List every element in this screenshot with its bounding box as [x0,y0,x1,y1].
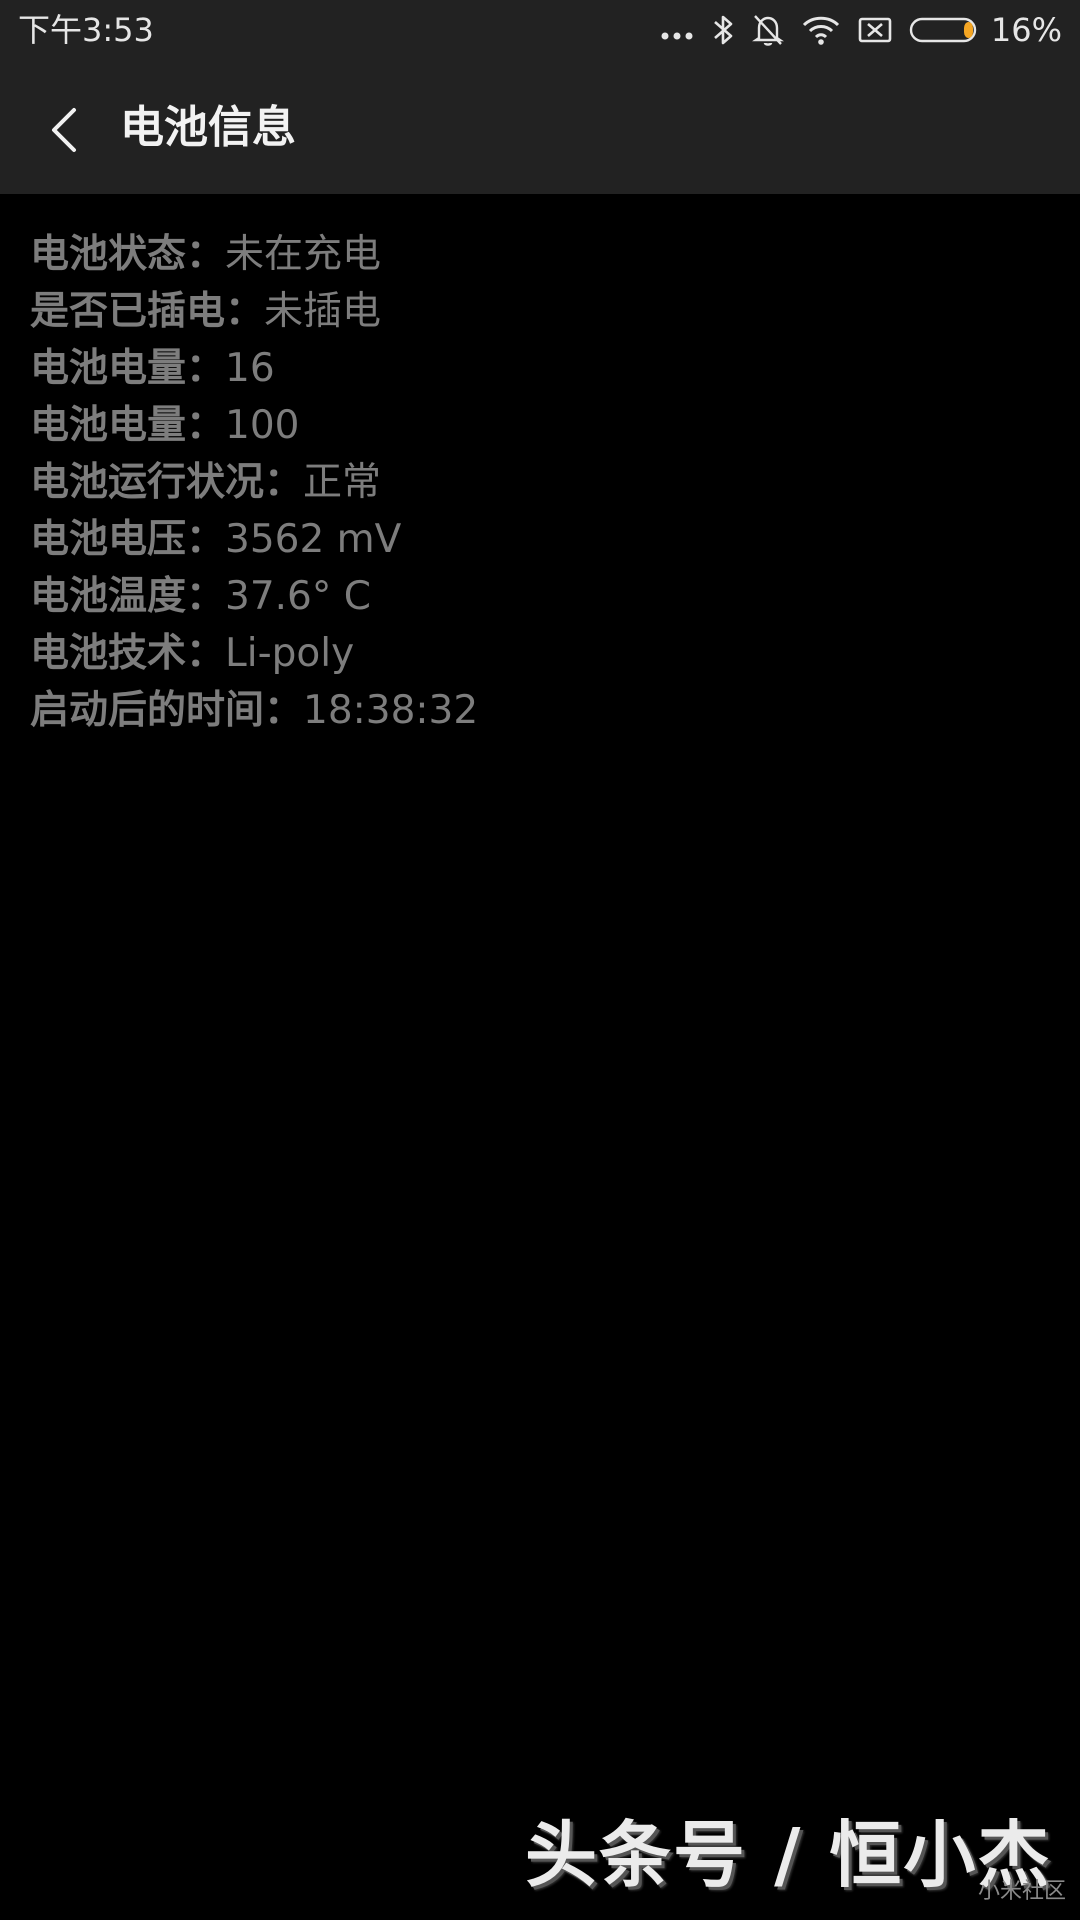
status-icons: 16% [643,8,1062,52]
info-row-voltage: 电池电压：3562 mV [30,511,1050,568]
info-value: 37.6° C [225,574,371,619]
info-row-uptime: 启动后的时间：18:38:32 [30,682,1050,739]
info-value: 100 [225,403,300,448]
info-row-scale: 电池电量：100 [30,397,1050,454]
info-label: 电池电量： [30,403,226,448]
info-value: 未在充电 [225,232,382,277]
watermark-text: 头条号 / 恒小杰 [525,1813,1052,1897]
info-label: 电池状态： [30,232,226,277]
battery-percent: 16% [990,11,1062,49]
info-label: 启动后的时间： [30,688,304,733]
mute-bell-icon [751,12,785,48]
title-bar: 电池信息 [0,62,1080,194]
info-row-level: 电池电量：16 [30,340,1050,397]
more-dots-icon [659,12,695,48]
info-row-plugged: 是否已插电：未插电 [30,283,1050,340]
info-label: 电池技术： [30,631,226,676]
info-value: 正常 [303,460,382,505]
info-label: 电池运行状况： [30,460,304,505]
chevron-left-icon [52,108,76,152]
page-title: 电池信息 [120,102,296,153]
info-label: 是否已插电： [30,289,265,334]
screen: 下午3:53 16% 电池信息 电池状态：未在充电 是否已插电：未插电 电池电量… [0,0,1080,1920]
battery-icon [909,12,981,48]
no-sim-icon [857,12,893,48]
info-value: 18:38:32 [303,688,479,733]
info-label: 电池电量： [30,346,226,391]
info-value: 3562 mV [225,517,402,562]
info-row-charging-status: 电池状态：未在充电 [30,226,1050,283]
status-bar: 下午3:53 16% [0,0,1080,62]
info-row-temperature: 电池温度：37.6° C [30,568,1050,625]
back-button[interactable] [38,92,98,164]
bluetooth-icon [711,12,735,48]
info-value: 16 [225,346,275,391]
wifi-icon [801,12,841,48]
community-watermark: 小米社区 [978,1879,1067,1904]
battery-info-list: 电池状态：未在充电 是否已插电：未插电 电池电量：16 电池电量：100 电池运… [30,226,1050,739]
status-time: 下午3:53 [18,11,154,49]
info-value: Li-poly [225,631,355,676]
info-row-health: 电池运行状况：正常 [30,454,1050,511]
info-label: 电池温度： [30,574,226,619]
info-value: 未插电 [264,289,382,334]
info-row-technology: 电池技术：Li-poly [30,625,1050,682]
info-label: 电池电压： [30,517,226,562]
